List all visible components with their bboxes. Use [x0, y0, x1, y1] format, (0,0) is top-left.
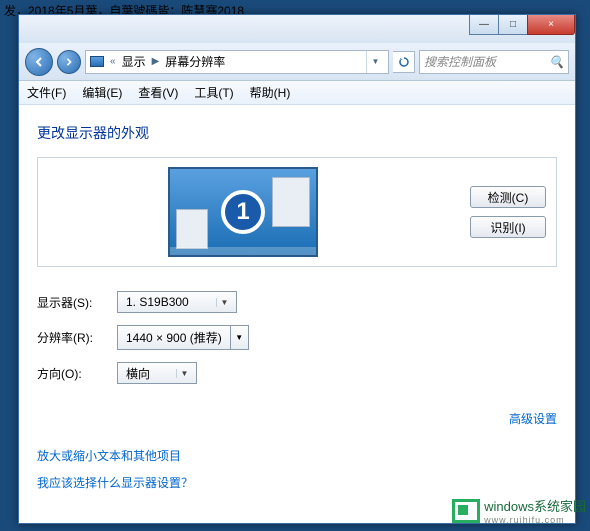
search-icon: 🔍 [549, 55, 564, 69]
display-icon [90, 56, 104, 67]
watermark-logo-icon [452, 499, 480, 523]
maximize-button[interactable]: □ [498, 15, 528, 35]
display-label: 显示器(S): [37, 294, 117, 311]
control-panel-window: — □ × « 显示 ▶ 屏幕分辨率 ▼ 搜索控制面板 🔍 [18, 14, 576, 524]
page-title: 更改显示器的外观 [37, 123, 557, 143]
watermark-brand: windows系统家园 [484, 496, 586, 515]
address-bar: « 显示 ▶ 屏幕分辨率 ▼ 搜索控制面板 🔍 [19, 43, 575, 81]
nav-forward-button[interactable] [57, 50, 81, 74]
watermark-url: www.ruihifu.com [484, 515, 586, 525]
orientation-select-value: 横向 [126, 365, 150, 382]
identify-button[interactable]: 识别(I) [470, 216, 546, 238]
resolution-label: 分辨率(R): [37, 329, 117, 346]
watermark: windows系统家园 www.ruihifu.com [452, 496, 586, 525]
chevron-down-icon: ▼ [230, 326, 248, 349]
chevron-down-icon: ▼ [176, 369, 192, 378]
menu-tools[interactable]: 工具(T) [194, 84, 233, 101]
display-select-value: 1. S19B300 [126, 295, 189, 309]
monitor-preview-frame: 1 检测(C) 识别(I) [37, 157, 557, 267]
menu-file[interactable]: 文件(F) [27, 84, 66, 101]
search-placeholder: 搜索控制面板 [424, 53, 496, 70]
preview-window-icon [272, 177, 310, 227]
detect-button[interactable]: 检测(C) [470, 186, 546, 208]
content-pane: 更改显示器的外观 1 检测(C) 识别(I) 显示器(S): 1. S19B30… [19, 105, 575, 523]
resolution-select-value: 1440 × 900 (推荐) [118, 326, 230, 349]
search-input[interactable]: 搜索控制面板 🔍 [419, 50, 569, 74]
refresh-button[interactable] [393, 51, 415, 73]
menu-help[interactable]: 帮助(H) [250, 84, 291, 101]
address-input[interactable]: « 显示 ▶ 屏幕分辨率 ▼ [85, 50, 389, 74]
close-button[interactable]: × [527, 15, 575, 35]
menu-view[interactable]: 查看(V) [138, 84, 178, 101]
preview-taskbar [170, 247, 316, 255]
text-size-link[interactable]: 放大或缩小文本和其他项目 [37, 447, 557, 464]
address-dropdown[interactable]: ▼ [366, 51, 384, 73]
monitor-number-badge: 1 [221, 190, 265, 234]
breadcrumb-item[interactable]: 显示 [122, 53, 146, 70]
orientation-label: 方向(O): [37, 365, 117, 382]
chevron-down-icon: ▼ [216, 298, 232, 307]
titlebar: — □ × [19, 15, 575, 43]
menu-edit[interactable]: 编辑(E) [82, 84, 122, 101]
breadcrumb-overflow[interactable]: « [110, 56, 116, 67]
resolution-select[interactable]: 1440 × 900 (推荐) ▼ [117, 325, 249, 350]
nav-back-button[interactable] [25, 48, 53, 76]
monitor-preview[interactable]: 1 [168, 167, 318, 257]
preview-window-icon [176, 209, 208, 249]
orientation-select[interactable]: 横向 ▼ [117, 362, 197, 384]
minimize-button[interactable]: — [469, 15, 499, 35]
chevron-right-icon: ▶ [152, 56, 160, 67]
which-settings-link[interactable]: 我应该选择什么显示器设置？ [37, 474, 557, 491]
menu-bar: 文件(F) 编辑(E) 查看(V) 工具(T) 帮助(H) [19, 81, 575, 105]
breadcrumb-item[interactable]: 屏幕分辨率 [165, 53, 225, 70]
display-select[interactable]: 1. S19B300 ▼ [117, 291, 237, 313]
advanced-settings-link[interactable]: 高级设置 [509, 412, 557, 426]
